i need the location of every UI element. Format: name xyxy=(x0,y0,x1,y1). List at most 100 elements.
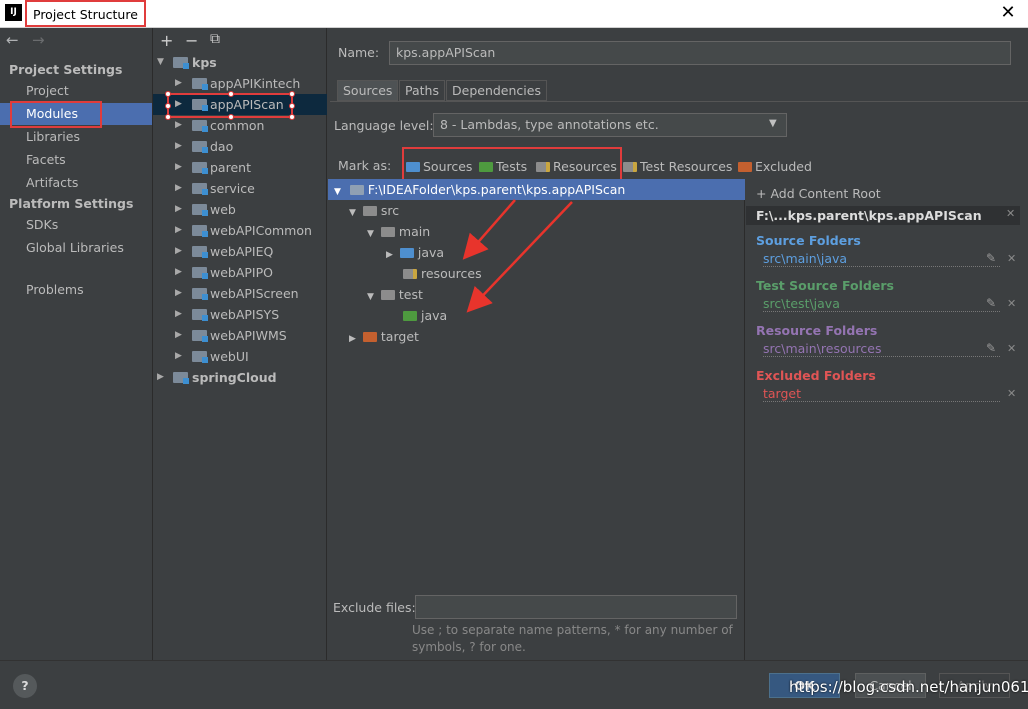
expand-arrow-icon[interactable]: ▶ xyxy=(175,136,182,157)
tree-module-webapicommon[interactable]: ▶ webAPICommon xyxy=(153,220,327,241)
excluded-folders-title: Excluded Folders xyxy=(756,368,876,383)
tree-module-webapieq[interactable]: ▶ webAPIEQ xyxy=(153,241,327,262)
sidebar-item-problems[interactable]: Problems xyxy=(0,279,152,301)
selected-module-highlight-box xyxy=(165,91,295,120)
tree-module-appapikintech[interactable]: ▶ appAPIKintech xyxy=(153,73,327,94)
tree-module-common[interactable]: ▶ common xyxy=(153,115,327,136)
module-label: webAPIEQ xyxy=(210,244,274,259)
mark-as-highlight-box xyxy=(402,147,622,181)
remove-folder-icon[interactable]: ✕ xyxy=(1007,342,1016,355)
content-root-header: F:\...kps.parent\kps.appAPIScan xyxy=(746,206,1020,225)
tests-folder-icon xyxy=(403,311,417,321)
expand-arrow-icon[interactable]: ▼ xyxy=(349,208,356,218)
tree-root-kps[interactable]: ▼ kps xyxy=(153,52,327,73)
add-module-icon[interactable]: + xyxy=(160,31,173,50)
sidebar-item-sdks[interactable]: SDKs xyxy=(0,214,152,236)
expand-arrow-icon[interactable]: ▼ xyxy=(157,52,164,73)
tree-module-webapiwms[interactable]: ▶ webAPIWMS xyxy=(153,325,327,346)
expand-arrow-icon[interactable]: ▶ xyxy=(175,73,182,94)
expand-arrow-icon[interactable]: ▶ xyxy=(175,346,182,367)
module-folder-icon xyxy=(192,183,208,195)
remove-folder-icon[interactable]: ✕ xyxy=(1007,387,1016,400)
module-name-input[interactable]: kps.appAPIScan xyxy=(389,41,1011,65)
module-folder-icon xyxy=(192,351,208,363)
tab-sources[interactable]: Sources xyxy=(337,80,399,101)
expand-arrow-icon[interactable]: ▶ xyxy=(175,115,182,136)
module-label: webAPIWMS xyxy=(210,328,287,343)
tree-row-resources[interactable]: resources xyxy=(403,263,482,284)
mark-excluded-button[interactable]: Excluded xyxy=(738,158,812,176)
module-label: webUI xyxy=(210,349,249,364)
folder-icon xyxy=(349,185,364,195)
exclude-files-label: Exclude files: xyxy=(333,600,416,615)
edit-pencil-icon[interactable]: ✎ xyxy=(986,296,996,310)
tree-row-src[interactable]: ▼ src xyxy=(349,200,399,221)
edit-pencil-icon[interactable]: ✎ xyxy=(986,341,996,355)
copy-module-icon[interactable]: ⧉ xyxy=(210,31,220,47)
remove-root-icon[interactable]: ✕ xyxy=(1006,207,1015,220)
expand-arrow-icon[interactable]: ▶ xyxy=(175,157,182,178)
expand-arrow-icon[interactable]: ▶ xyxy=(175,199,182,220)
remove-folder-icon[interactable]: ✕ xyxy=(1007,252,1016,265)
back-arrow-icon[interactable]: ← xyxy=(6,31,19,49)
module-label: service xyxy=(210,181,255,196)
module-folder-icon xyxy=(192,330,208,342)
resource-folders-title: Resource Folders xyxy=(756,323,878,338)
expand-arrow-icon[interactable]: ▼ xyxy=(367,229,374,239)
exclude-files-input[interactable] xyxy=(415,595,737,619)
module-folder-icon xyxy=(173,57,189,69)
excluded-folder-path: target xyxy=(763,386,1000,402)
tree-module-parent[interactable]: ▶ parent xyxy=(153,157,327,178)
tree-module-dao[interactable]: ▶ dao xyxy=(153,136,327,157)
expand-arrow-icon[interactable]: ▶ xyxy=(175,283,182,304)
tree-module-web[interactable]: ▶ web xyxy=(153,199,327,220)
expand-arrow-icon[interactable]: ▶ xyxy=(175,178,182,199)
forward-arrow-icon[interactable]: → xyxy=(32,31,45,49)
expand-arrow-icon[interactable]: ▶ xyxy=(386,250,393,260)
expand-arrow-icon[interactable]: ▼ xyxy=(367,292,374,302)
expand-arrow-icon[interactable]: ▶ xyxy=(175,325,182,346)
tree-module-webui[interactable]: ▶ webUI xyxy=(153,346,327,367)
expand-arrow-icon[interactable]: ▶ xyxy=(175,262,182,283)
tree-module-webapisys[interactable]: ▶ webAPISYS xyxy=(153,304,327,325)
module-folder-icon xyxy=(192,246,208,258)
tree-row-test-java[interactable]: java xyxy=(403,305,447,326)
mark-test-resources-button[interactable]: Test Resources xyxy=(623,158,732,176)
tab-paths[interactable]: Paths xyxy=(399,80,445,101)
expand-arrow-icon[interactable]: ▼ xyxy=(334,187,341,197)
tab-dependencies[interactable]: Dependencies xyxy=(446,80,547,101)
tree-row-main-java[interactable]: ▶ java xyxy=(386,242,444,263)
tree-row-test[interactable]: ▼ test xyxy=(367,284,423,305)
module-label: web xyxy=(210,202,236,217)
remove-module-icon[interactable]: − xyxy=(185,31,198,50)
sidebar-item-libraries[interactable]: Libraries xyxy=(0,126,152,148)
sidebar-item-facets[interactable]: Facets xyxy=(0,149,152,171)
chevron-down-icon[interactable]: ▼ xyxy=(769,118,777,129)
language-level-select[interactable]: 8 - Lambdas, type annotations etc. xyxy=(433,113,787,137)
expand-arrow-icon[interactable]: ▶ xyxy=(349,334,356,344)
edit-pencil-icon[interactable]: ✎ xyxy=(986,251,996,265)
remove-folder-icon[interactable]: ✕ xyxy=(1007,297,1016,310)
exclude-files-help: Use ; to separate name patterns, * for a… xyxy=(412,623,733,654)
tree-module-webapiscreen[interactable]: ▶ webAPIScreen xyxy=(153,283,327,304)
module-folder-icon xyxy=(192,204,208,216)
add-content-root-button[interactable]: + Add Content Root xyxy=(756,186,881,201)
tree-module-service[interactable]: ▶ service xyxy=(153,178,327,199)
expand-arrow-icon[interactable]: ▶ xyxy=(175,304,182,325)
tree-row-main[interactable]: ▼ main xyxy=(367,221,430,242)
module-label: webAPISYS xyxy=(210,307,280,322)
help-button[interactable]: ? xyxy=(13,674,37,698)
sidebar-item-project[interactable]: Project xyxy=(0,80,152,102)
tree-root-springcloud[interactable]: ▶ springCloud xyxy=(153,367,327,388)
folder-icon xyxy=(362,206,377,216)
tree-row-target[interactable]: ▶ target xyxy=(349,326,419,347)
tree-module-webapipo[interactable]: ▶ webAPIPO xyxy=(153,262,327,283)
close-icon[interactable]: ✕ xyxy=(996,2,1020,24)
content-root-row[interactable]: ▼ F:\IDEAFolder\kps.parent\kps.appAPISca… xyxy=(328,179,745,200)
expand-arrow-icon[interactable]: ▶ xyxy=(175,241,182,262)
sidebar-item-artifacts[interactable]: Artifacts xyxy=(0,172,152,194)
sidebar-item-global-libraries[interactable]: Global Libraries xyxy=(0,237,152,259)
module-folder-icon xyxy=(192,120,208,132)
expand-arrow-icon[interactable]: ▶ xyxy=(175,220,182,241)
expand-arrow-icon[interactable]: ▶ xyxy=(157,367,164,388)
